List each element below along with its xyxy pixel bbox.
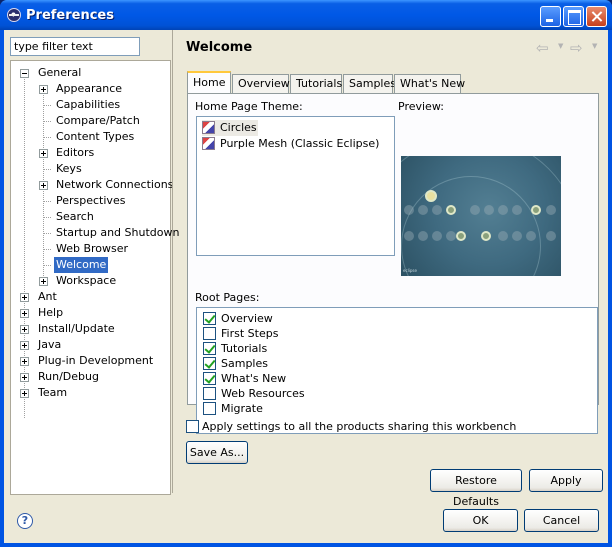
cancel-button[interactable]: Cancel bbox=[524, 509, 599, 532]
expand-toggle-icon[interactable] bbox=[39, 277, 48, 286]
forward-dropdown-icon[interactable]: ▼ bbox=[592, 42, 597, 50]
root-page-checkbox[interactable] bbox=[203, 342, 216, 355]
page-title: Welcome bbox=[186, 40, 253, 55]
tab-samples[interactable]: Samples bbox=[343, 74, 396, 93]
collapse-toggle-icon[interactable] bbox=[20, 69, 29, 78]
root-page-checkbox[interactable] bbox=[203, 312, 216, 325]
expand-toggle-icon[interactable] bbox=[20, 325, 29, 334]
root-page-checkbox[interactable] bbox=[203, 387, 216, 400]
help-icon[interactable]: ? bbox=[17, 513, 33, 529]
expand-toggle-icon[interactable] bbox=[20, 293, 29, 302]
root-pages-list: Overview First Steps Tutorials Samples W… bbox=[196, 307, 598, 434]
expand-toggle-icon[interactable] bbox=[20, 373, 29, 382]
tab-home[interactable]: Home bbox=[187, 71, 231, 94]
forward-arrow-icon[interactable]: ⇨ bbox=[570, 39, 583, 57]
root-page-checkbox[interactable] bbox=[203, 372, 216, 385]
dialog-client: General Appearance Capabilities Compare/… bbox=[4, 30, 608, 543]
expand-toggle-icon[interactable] bbox=[39, 181, 48, 190]
back-arrow-icon[interactable]: ⇦ bbox=[536, 39, 549, 57]
save-as-button[interactable]: Save As... bbox=[186, 441, 248, 464]
tab-tutorials[interactable]: Tutorials bbox=[290, 74, 342, 93]
theme-preview-image: eclipse bbox=[401, 156, 561, 276]
tab-overview[interactable]: Overview bbox=[232, 74, 290, 93]
title-bar[interactable]: Preferences bbox=[0, 0, 612, 30]
expand-toggle-icon[interactable] bbox=[20, 309, 29, 318]
theme-list[interactable]: Circles Purple Mesh (Classic Eclipse) bbox=[196, 116, 395, 256]
preview-label: Preview: bbox=[398, 100, 444, 113]
minimize-button[interactable] bbox=[540, 6, 561, 27]
expand-toggle-icon[interactable] bbox=[20, 341, 29, 350]
expand-toggle-icon[interactable] bbox=[20, 389, 29, 398]
expand-toggle-icon[interactable] bbox=[20, 357, 29, 366]
preferences-window: Preferences General Appearance Capabilit… bbox=[0, 0, 612, 547]
back-dropdown-icon[interactable]: ▼ bbox=[558, 42, 563, 50]
expand-toggle-icon[interactable] bbox=[39, 149, 48, 158]
eclipse-icon bbox=[7, 8, 21, 22]
theme-item-purple-mesh[interactable]: Purple Mesh (Classic Eclipse) bbox=[202, 136, 387, 152]
close-button[interactable] bbox=[586, 6, 607, 27]
root-page-checkbox[interactable] bbox=[203, 402, 216, 415]
expand-toggle-icon[interactable] bbox=[39, 85, 48, 94]
root-page-checkbox[interactable] bbox=[203, 357, 216, 370]
theme-label: Home Page Theme: bbox=[195, 100, 303, 113]
theme-icon bbox=[202, 121, 215, 134]
window-title: Preferences bbox=[26, 8, 114, 23]
apply-all-checkbox[interactable] bbox=[186, 420, 199, 433]
theme-icon bbox=[202, 137, 215, 150]
home-tab-panel: Home Page Theme: Circles Purple Mesh (Cl… bbox=[187, 93, 599, 434]
root-page-checkbox[interactable] bbox=[203, 327, 216, 340]
preference-page: Welcome ⇦ ▼ ⇨ ▼ Home Overview Tutorials … bbox=[172, 30, 608, 508]
preference-tree: General Appearance Capabilities Compare/… bbox=[10, 60, 179, 495]
restore-defaults-button[interactable]: Restore Defaults bbox=[430, 469, 522, 508]
preview-caption: eclipse bbox=[403, 268, 417, 273]
apply-button[interactable]: Apply bbox=[529, 469, 603, 492]
root-pages-label: Root Pages: bbox=[195, 291, 260, 304]
theme-item-circles[interactable]: Circles bbox=[202, 120, 258, 136]
maximize-button[interactable] bbox=[563, 6, 584, 27]
filter-input[interactable] bbox=[10, 37, 140, 56]
ok-button[interactable]: OK bbox=[443, 509, 518, 532]
tab-whats-new[interactable]: What's New bbox=[394, 74, 465, 93]
selected-tree-label: Welcome bbox=[54, 257, 109, 273]
